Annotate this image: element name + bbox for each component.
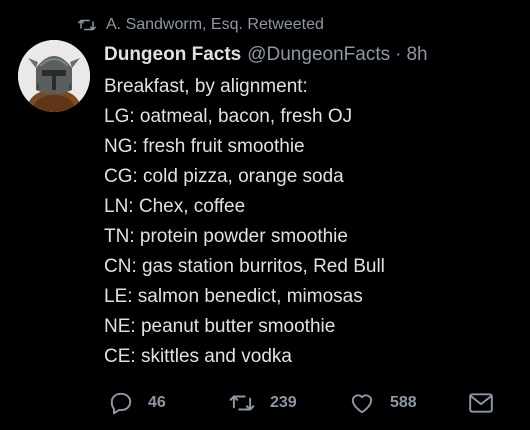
like-button[interactable]: 588 (348, 388, 417, 418)
heart-icon (348, 390, 376, 416)
tweet-line: CE: skittles and vodka (104, 346, 292, 367)
avatar[interactable] (18, 40, 90, 112)
tweet-line: LG: oatmeal, bacon, fresh OJ (104, 106, 353, 127)
retweet-header-text[interactable]: A. Sandworm, Esq. Retweeted (106, 16, 324, 34)
tweet-text: Breakfast, by alignment: LG: oatmeal, ba… (104, 72, 514, 372)
retweet-button[interactable]: 239 (228, 388, 297, 418)
tweet-header: Dungeon Facts @DungeonFacts · 8h (104, 42, 514, 68)
tweet-line: LN: Chex, coffee (104, 196, 246, 217)
retweet-header: A. Sandworm, Esq. Retweeted (78, 14, 324, 36)
tweet-line: TN: protein powder smoothie (104, 226, 348, 247)
message-button[interactable] (468, 388, 494, 418)
display-name[interactable]: Dungeon Facts (104, 42, 241, 68)
tweet-line: LE: salmon benedict, mimosas (104, 286, 363, 307)
tweet-line: Breakfast, by alignment: (104, 76, 308, 97)
like-count: 588 (390, 394, 417, 411)
timestamp[interactable]: 8h (406, 42, 427, 68)
reply-count: 46 (148, 394, 166, 411)
handle[interactable]: @DungeonFacts (247, 42, 390, 68)
reply-button[interactable]: 46 (108, 388, 166, 418)
retweet-icon (78, 16, 96, 34)
envelope-icon (468, 391, 494, 415)
tweet-line: NE: peanut butter smoothie (104, 316, 336, 337)
tweet-content: Dungeon Facts @DungeonFacts · 8h Breakfa… (104, 42, 514, 372)
tweet-line: CN: gas station burritos, Red Bull (104, 256, 385, 277)
tweet-actions: 46 239 588 (108, 388, 498, 418)
tweet-line: NG: fresh fruit smoothie (104, 136, 305, 157)
separator-dot: · (395, 44, 402, 65)
retweet-count: 239 (270, 394, 297, 411)
retweet-icon (228, 390, 256, 416)
reply-icon (108, 390, 134, 416)
tweet-line: CG: cold pizza, orange soda (104, 166, 344, 187)
